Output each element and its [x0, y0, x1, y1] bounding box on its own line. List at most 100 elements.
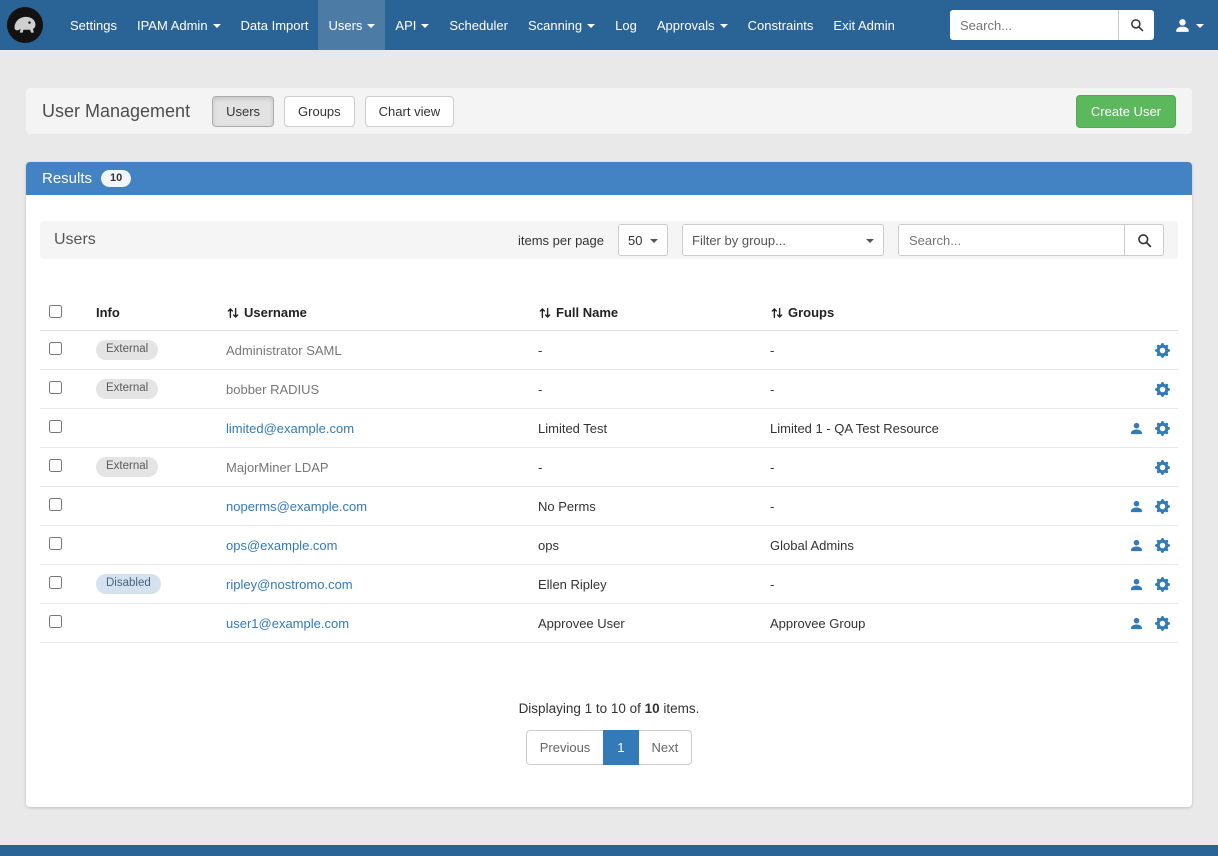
gear-icon[interactable]: [1155, 460, 1170, 475]
chevron-down-icon: [367, 24, 375, 28]
next-page-button[interactable]: Next: [638, 730, 693, 765]
chevron-down-icon: [720, 24, 728, 28]
user-profile-icon[interactable]: [1129, 577, 1144, 592]
gear-icon[interactable]: [1155, 577, 1170, 592]
nav-label: Users: [328, 18, 362, 33]
row-checkbox[interactable]: [49, 537, 62, 550]
nav-item-users[interactable]: Users: [318, 0, 385, 50]
row-checkbox[interactable]: [49, 615, 62, 628]
gear-icon[interactable]: [1155, 421, 1170, 436]
nav-item-constraints[interactable]: Constraints: [738, 0, 824, 50]
groups: Approvee Group: [770, 616, 1092, 631]
chevron-down-icon: [866, 239, 874, 243]
search-icon: [1137, 233, 1152, 248]
user-profile-icon[interactable]: [1129, 616, 1144, 631]
username-link[interactable]: user1@example.com: [226, 616, 349, 631]
user-profile-icon[interactable]: [1129, 538, 1144, 553]
user-management-header: User Management Users Groups Chart view …: [26, 88, 1192, 134]
groups: -: [770, 343, 1092, 358]
table-search-group: [898, 224, 1164, 256]
username-link[interactable]: bobber RADIUS: [226, 382, 319, 397]
chevron-down-icon: [421, 24, 429, 28]
row-checkbox[interactable]: [49, 420, 62, 433]
row-checkbox[interactable]: [49, 498, 62, 511]
status-badge: Disabled: [96, 574, 161, 594]
full-name: Ellen Ripley: [538, 577, 770, 592]
select-all-checkbox[interactable]: [49, 305, 62, 318]
nav-label: Scanning: [528, 18, 582, 33]
row-checkbox[interactable]: [49, 342, 62, 355]
results-panel: Results 10 Users items per page 50 Filte…: [26, 162, 1192, 807]
nav-item-api[interactable]: API: [385, 0, 439, 50]
full-name: No Perms: [538, 499, 770, 514]
column-header-label: Groups: [788, 305, 834, 320]
items-per-page-select[interactable]: 50: [618, 224, 668, 256]
users-toolbar: Users items per page 50 Filter by group.…: [40, 221, 1178, 259]
column-header-groups[interactable]: Groups: [770, 305, 1092, 320]
gear-icon[interactable]: [1155, 343, 1170, 358]
column-header-fullname[interactable]: Full Name: [538, 305, 770, 320]
nav-item-exit-admin[interactable]: Exit Admin: [823, 0, 904, 50]
summary-prefix: Displaying 1 to 10 of: [519, 701, 645, 716]
full-name: -: [538, 382, 770, 397]
table-row: limited@example.com Limited Test Limited…: [40, 409, 1178, 448]
gear-icon[interactable]: [1155, 538, 1170, 553]
page-content: User Management Users Groups Chart view …: [0, 50, 1218, 807]
chevron-down-icon: [587, 24, 595, 28]
table-search-button[interactable]: [1124, 224, 1164, 256]
groups: -: [770, 577, 1092, 592]
user-menu[interactable]: [1170, 17, 1208, 34]
username-link[interactable]: limited@example.com: [226, 421, 354, 436]
nav-label: Approvals: [657, 18, 715, 33]
table-row: External bobber RADIUS - -: [40, 370, 1178, 409]
app-logo[interactable]: [6, 0, 44, 50]
nav-label: Data Import: [241, 18, 309, 33]
row-checkbox[interactable]: [49, 459, 62, 472]
filter-by-group-select[interactable]: Filter by group...: [682, 224, 884, 256]
create-user-button[interactable]: Create User: [1076, 95, 1176, 128]
nav-item-scheduler[interactable]: Scheduler: [439, 0, 518, 50]
row-checkbox[interactable]: [49, 381, 62, 394]
nav-item-data-import[interactable]: Data Import: [231, 0, 319, 50]
nav-label: API: [395, 18, 416, 33]
full-name: -: [538, 343, 770, 358]
user-profile-icon[interactable]: [1129, 421, 1144, 436]
page-1-button[interactable]: 1: [603, 730, 638, 765]
table-row: External MajorMiner LDAP - -: [40, 448, 1178, 487]
navbar-search-input[interactable]: [950, 10, 1118, 40]
navbar-search-button[interactable]: [1118, 10, 1154, 40]
mammoth-logo-icon: [6, 6, 44, 44]
sort-icon: [226, 306, 240, 320]
username-link[interactable]: MajorMiner LDAP: [226, 460, 329, 475]
page-title: User Management: [42, 101, 190, 122]
tab-chart-view[interactable]: Chart view: [365, 96, 454, 127]
username-link[interactable]: noperms@example.com: [226, 499, 367, 514]
groups: -: [770, 499, 1092, 514]
nav-item-ipam-admin[interactable]: IPAM Admin: [127, 0, 231, 50]
nav-item-log[interactable]: Log: [605, 0, 647, 50]
column-header-username[interactable]: Username: [226, 305, 538, 320]
previous-page-button[interactable]: Previous: [526, 730, 605, 765]
results-title: Results: [42, 170, 92, 187]
table-row: Disabled ripley@nostromo.com Ellen Riple…: [40, 565, 1178, 604]
row-checkbox[interactable]: [49, 576, 62, 589]
navbar-search-group: [950, 10, 1154, 40]
username-link[interactable]: ops@example.com: [226, 538, 337, 553]
column-header-label: Full Name: [556, 305, 618, 320]
table-search-input[interactable]: [898, 224, 1124, 256]
nav-item-scanning[interactable]: Scanning: [518, 0, 605, 50]
gear-icon[interactable]: [1155, 499, 1170, 514]
gear-icon[interactable]: [1155, 616, 1170, 631]
nav-item-settings[interactable]: Settings: [60, 0, 127, 50]
nav-label: Scheduler: [449, 18, 508, 33]
tab-groups[interactable]: Groups: [284, 96, 355, 127]
username-link[interactable]: ripley@nostromo.com: [226, 577, 353, 592]
user-profile-icon[interactable]: [1129, 499, 1144, 514]
nav-label: Settings: [70, 18, 117, 33]
gear-icon[interactable]: [1155, 382, 1170, 397]
tab-users[interactable]: Users: [212, 96, 274, 127]
results-panel-header: Results 10: [26, 162, 1192, 195]
nav-label: Log: [615, 18, 637, 33]
username-link[interactable]: Administrator SAML: [226, 343, 342, 358]
nav-item-approvals[interactable]: Approvals: [647, 0, 738, 50]
